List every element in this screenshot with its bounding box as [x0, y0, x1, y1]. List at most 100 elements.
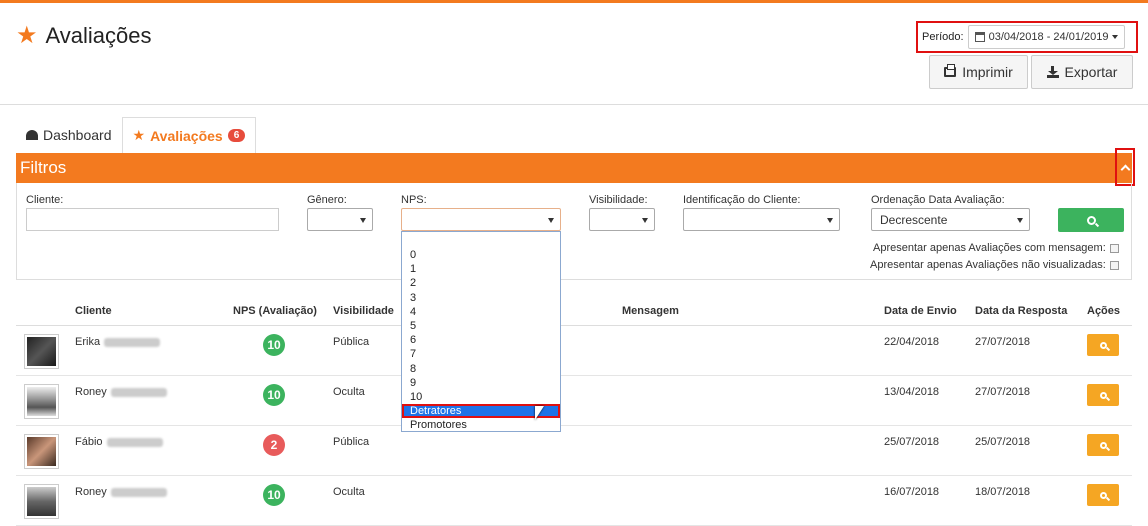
mensagem-checkbox[interactable] — [1109, 243, 1119, 253]
envio-cell: 22/04/2018 — [884, 336, 940, 348]
nps-option[interactable]: 2 — [402, 276, 560, 290]
visibilidade-cell: Pública — [333, 336, 370, 348]
resposta-cell: 27/07/2018 — [975, 386, 1031, 398]
col-acoes: Ações — [1087, 305, 1121, 317]
nps-badge: 10 — [263, 384, 285, 406]
table-row: Roney 10 Oculta 13/04/2018 27/07/2018 — [16, 376, 1132, 426]
nps-badge: 10 — [263, 334, 285, 356]
nao-visualizadas-checkbox[interactable] — [1109, 260, 1119, 270]
nps-option[interactable]: 0 — [402, 248, 560, 262]
col-resposta: Data da Resposta — [975, 305, 1068, 317]
visibilidade-cell: Pública — [333, 436, 370, 448]
nps-badge: 2 — [263, 434, 285, 456]
table-row: Fábio 2 Pública 25/07/2018 25/07/2018 — [16, 426, 1132, 476]
print-button-label: Imprimir — [962, 64, 1013, 80]
chevron-up-icon — [1120, 164, 1130, 174]
ordenacao-select[interactable]: Decrescente — [871, 208, 1030, 231]
envio-cell: 16/07/2018 — [884, 486, 940, 498]
resposta-cell: 25/07/2018 — [975, 436, 1031, 448]
search-icon — [1099, 391, 1107, 399]
resposta-cell: 18/07/2018 — [975, 486, 1031, 498]
ordenacao-label: Ordenação Data Avaliação: — [871, 194, 1005, 206]
print-icon — [944, 64, 957, 77]
nps-option[interactable]: 4 — [402, 305, 560, 319]
avatar — [24, 434, 59, 469]
caret-down-icon — [1112, 35, 1119, 39]
col-nps: NPS (Avaliação) — [233, 305, 317, 317]
visibilidade-cell: Oculta — [333, 386, 365, 398]
search-icon — [1099, 441, 1107, 449]
nao-visualizadas-checkbox-row: Apresentar apenas Avaliações não visuali… — [870, 259, 1119, 271]
nps-option-promotores[interactable]: Promotores — [402, 418, 560, 432]
col-visibilidade: Visibilidade — [333, 305, 394, 317]
mensagem-checkbox-row: Apresentar apenas Avaliações com mensage… — [873, 242, 1119, 254]
tab-avaliacoes-label: Avaliações — [150, 127, 223, 144]
col-mensagem: Mensagem — [622, 305, 679, 317]
period-value: 03/04/2018 - 24/01/2019 — [988, 31, 1109, 43]
filters-header: Filtros — [16, 153, 1132, 183]
genero-select[interactable] — [307, 208, 373, 231]
tab-dashboard-label: Dashboard — [43, 127, 112, 143]
avatar — [24, 334, 59, 369]
visibilidade-cell: Oculta — [333, 486, 365, 498]
mouse-cursor-icon — [535, 406, 544, 420]
cliente-cell: Roney — [75, 386, 167, 398]
nps-option[interactable]: 1 — [402, 262, 560, 276]
nps-option[interactable]: 6 — [402, 333, 560, 347]
search-icon — [1099, 491, 1107, 499]
visibilidade-select[interactable] — [589, 208, 655, 231]
tab-dashboard[interactable]: Dashboard — [16, 117, 122, 153]
collapse-filters-button[interactable] — [1115, 148, 1135, 186]
col-envio: Data de Envio — [884, 305, 957, 317]
identificacao-label: Identificação do Cliente: — [683, 194, 801, 206]
nps-option[interactable]: 7 — [402, 347, 560, 361]
tab-bar: Dashboard ★ Avaliações 6 — [16, 117, 257, 153]
table-row: Erika 10 Pública 22/04/2018 27/07/2018 — [16, 326, 1132, 376]
nao-visualizadas-checkbox-label: Apresentar apenas Avaliações não visuali… — [870, 259, 1106, 271]
view-button[interactable] — [1087, 334, 1119, 356]
nps-badge: 10 — [263, 484, 285, 506]
cliente-input[interactable] — [26, 208, 279, 231]
star-icon: ★ — [132, 127, 146, 143]
table-row: Roney 10 Oculta 16/07/2018 18/07/2018 — [16, 476, 1132, 526]
download-icon — [1046, 66, 1059, 78]
search-icon — [1086, 215, 1096, 225]
view-button[interactable] — [1087, 484, 1119, 506]
filters-title: Filtros — [20, 158, 67, 177]
page-title: ★ Avaliações — [16, 23, 152, 49]
cliente-cell: Fábio — [75, 436, 163, 448]
export-button-label: Exportar — [1064, 64, 1118, 80]
nps-option[interactable]: 3 — [402, 291, 560, 305]
cliente-cell: Roney — [75, 486, 167, 498]
period-date-range-button[interactable]: 03/04/2018 - 24/01/2019 — [967, 25, 1126, 49]
period-label: Período: — [922, 31, 964, 43]
export-button[interactable]: Exportar — [1031, 55, 1133, 89]
envio-cell: 13/04/2018 — [884, 386, 940, 398]
search-button[interactable] — [1058, 208, 1124, 232]
avatar — [24, 384, 59, 419]
calendar-icon — [974, 32, 985, 42]
identificacao-select[interactable] — [683, 208, 840, 231]
nps-option[interactable]: 8 — [402, 362, 560, 376]
ordenacao-value: Decrescente — [880, 212, 948, 227]
nps-option[interactable]: 5 — [402, 319, 560, 333]
page-header: ★ Avaliações Período: 03/04/2018 - 24/01… — [0, 3, 1148, 105]
dashboard-icon — [26, 130, 38, 140]
count-badge: 6 — [227, 129, 246, 142]
visibilidade-label: Visibilidade: — [589, 194, 648, 206]
print-button[interactable]: Imprimir — [929, 55, 1028, 89]
cliente-cell: Erika — [75, 336, 161, 348]
view-button[interactable] — [1087, 384, 1119, 406]
table-header: Cliente NPS (Avaliação) Visibilidade Men… — [16, 298, 1132, 326]
nps-option[interactable]: 10 — [402, 390, 560, 404]
tab-avaliacoes[interactable]: ★ Avaliações 6 — [121, 117, 257, 153]
col-cliente: Cliente — [75, 305, 112, 317]
view-button[interactable] — [1087, 434, 1119, 456]
avatar — [24, 484, 59, 519]
period-filter: Período: 03/04/2018 - 24/01/2019 — [916, 21, 1138, 53]
resposta-cell: 27/07/2018 — [975, 336, 1031, 348]
page-title-text: Avaliações — [45, 23, 152, 48]
search-icon — [1099, 341, 1107, 349]
nps-select[interactable] — [401, 208, 561, 231]
nps-option[interactable]: 9 — [402, 376, 560, 390]
